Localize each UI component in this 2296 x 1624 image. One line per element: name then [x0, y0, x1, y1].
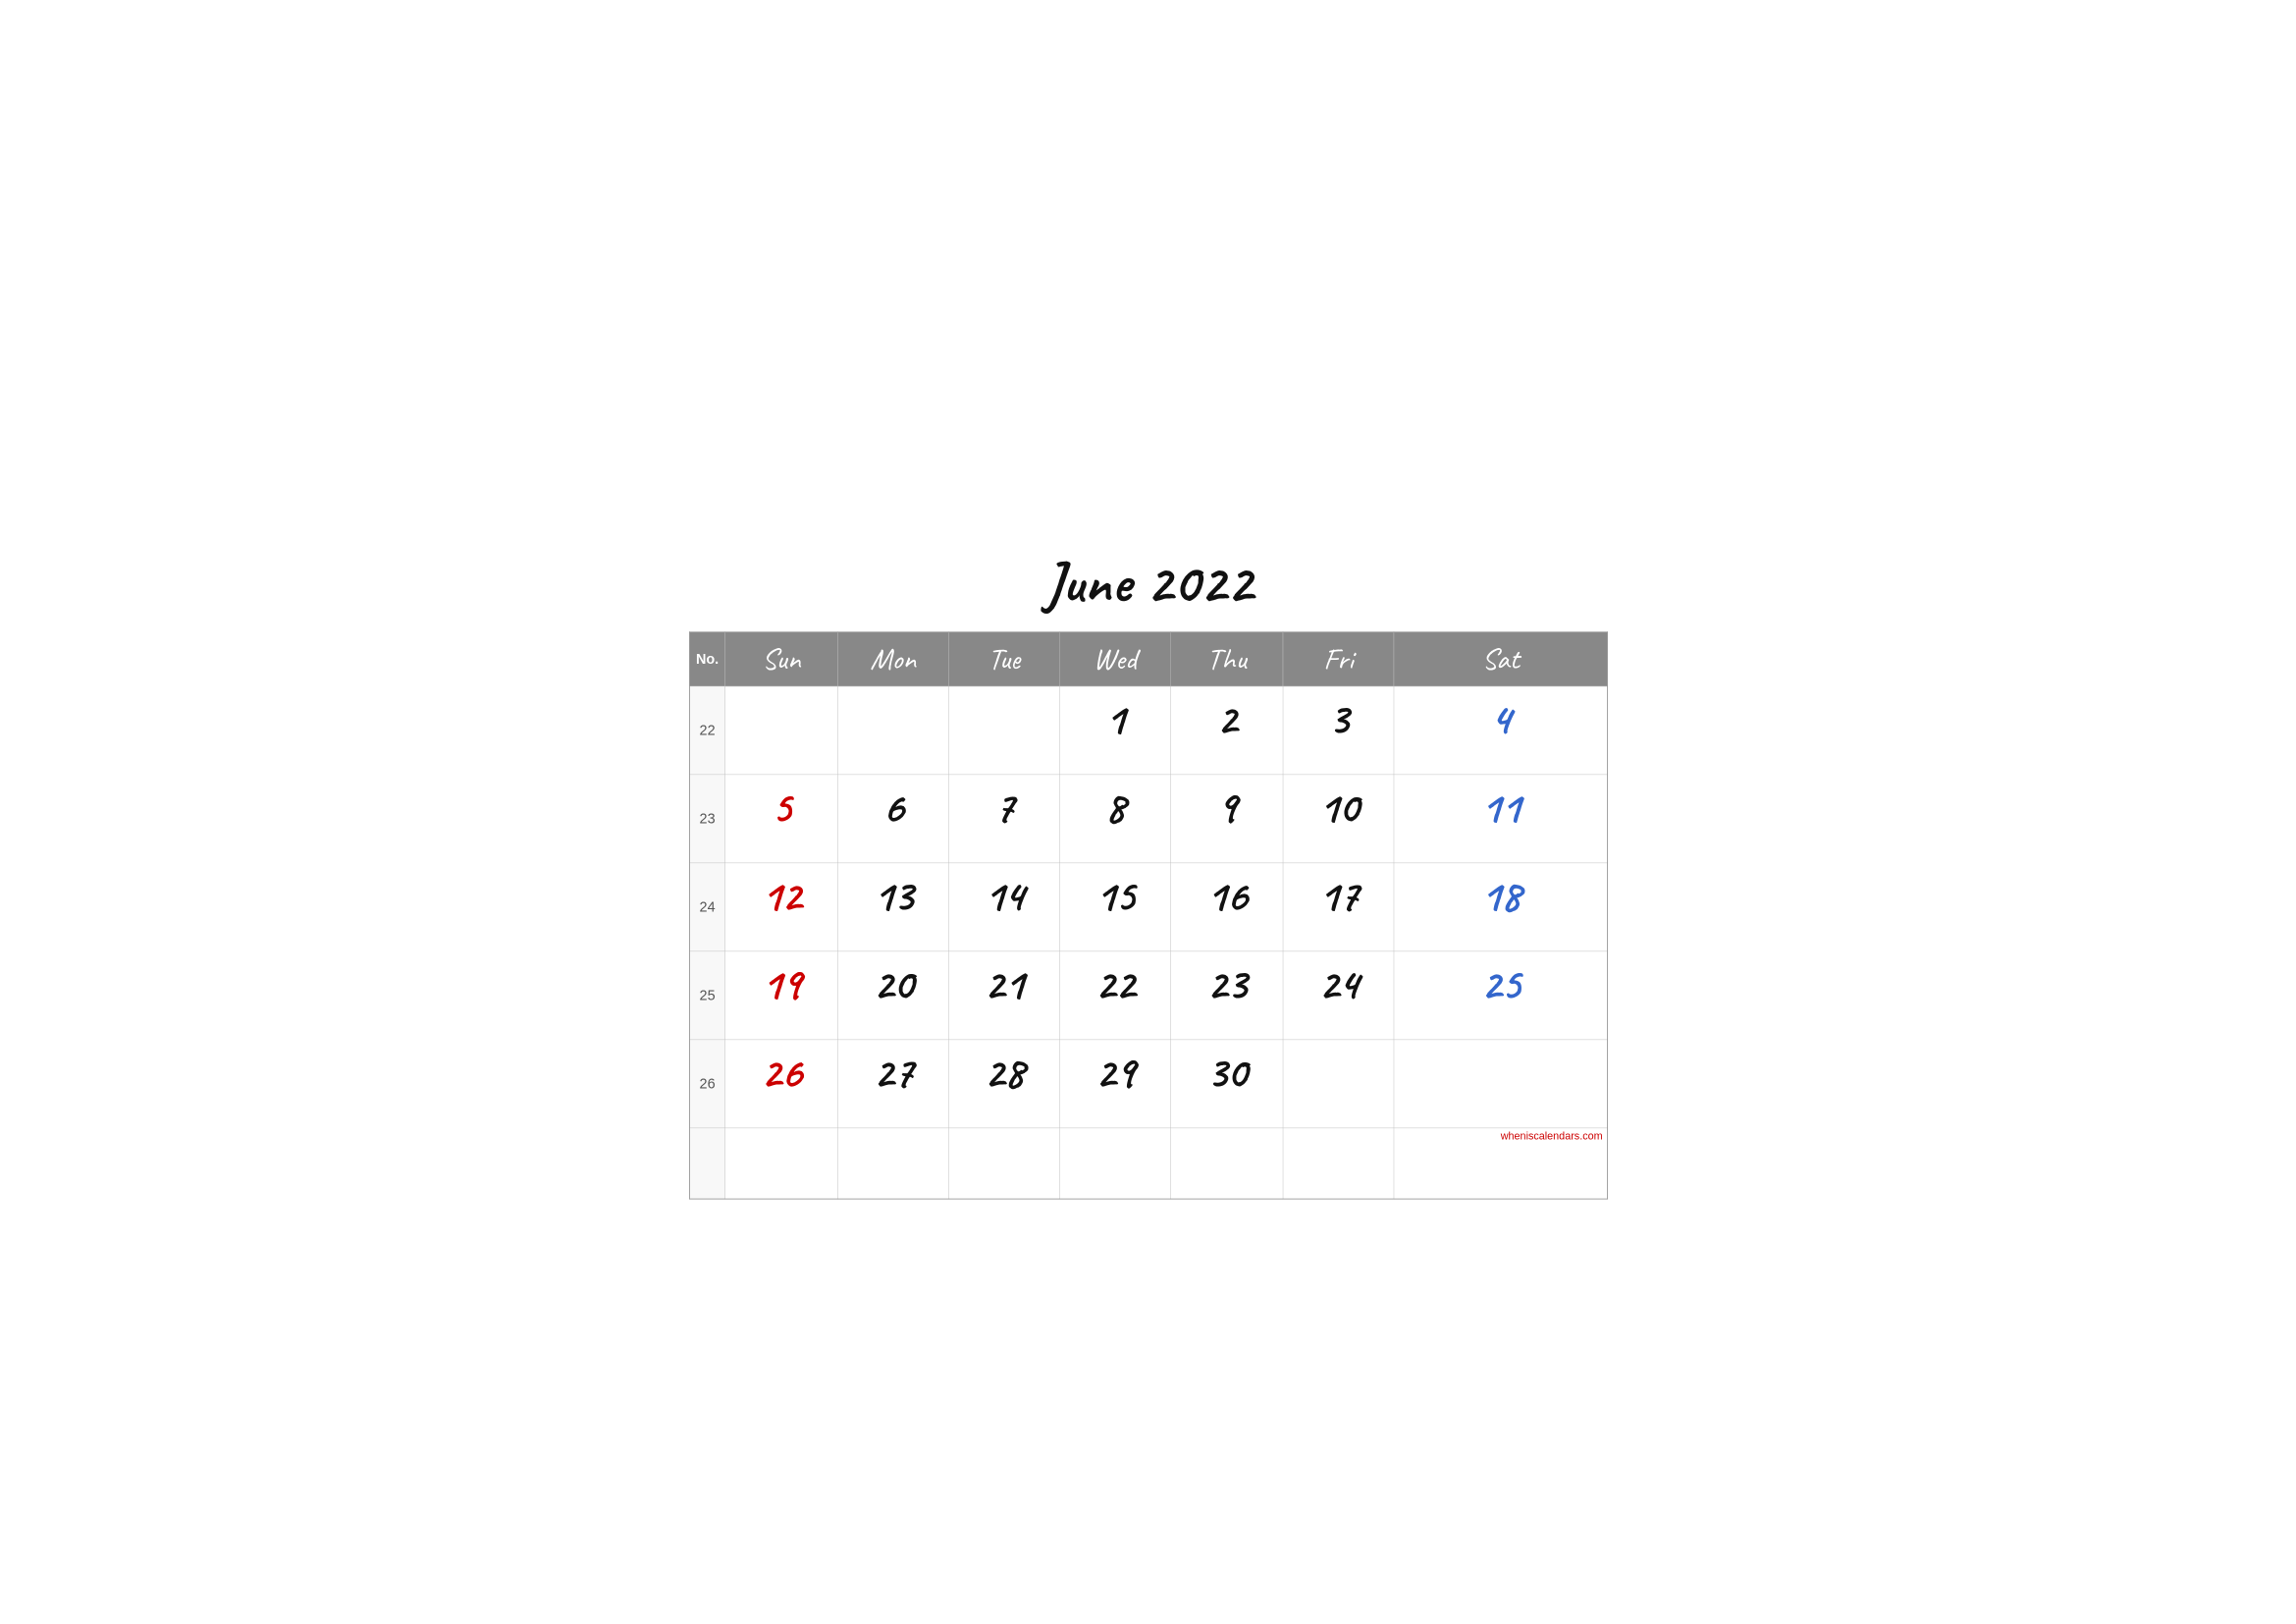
day-cell: 5: [724, 775, 837, 863]
header-mon: Mon: [837, 632, 948, 686]
day-cell: 13: [837, 863, 948, 951]
week-row: 2519202122232425: [689, 951, 1607, 1040]
header-no: No.: [689, 632, 724, 686]
day-cell: 24: [1282, 951, 1393, 1040]
header-row: No. Sun Mon Tue Wed Thu Fri Sat: [689, 632, 1607, 686]
week-number: 23: [689, 775, 724, 863]
day-cell: 16: [1170, 863, 1283, 951]
day-cell: [1282, 1040, 1393, 1128]
day-cell: 29: [1059, 1040, 1170, 1128]
day-cell: 15: [1059, 863, 1170, 951]
day-cell: 6: [837, 775, 948, 863]
day-cell: 27: [837, 1040, 948, 1128]
week-row: 22 1234: [689, 686, 1607, 775]
day-cell: 19: [724, 951, 837, 1040]
day-cell: 22: [1059, 951, 1170, 1040]
day-cell: 17: [1282, 863, 1393, 951]
day-cell: [1170, 1128, 1283, 1199]
header-sun: Sun: [724, 632, 837, 686]
day-cell: 12: [724, 863, 837, 951]
day-cell: [1393, 1040, 1607, 1128]
day-cell: 10: [1282, 775, 1393, 863]
day-cell: 8: [1059, 775, 1170, 863]
day-cell: wheniscalendars.com: [1393, 1128, 1607, 1199]
day-cell: [1282, 1128, 1393, 1199]
header-wed: Wed: [1059, 632, 1170, 686]
day-cell: 2: [1170, 686, 1283, 775]
day-cell: 3: [1282, 686, 1393, 775]
watermark-link[interactable]: wheniscalendars.com: [1500, 1130, 1602, 1142]
day-cell: 25: [1393, 951, 1607, 1040]
day-cell: 30: [1170, 1040, 1283, 1128]
week-number: 24: [689, 863, 724, 951]
day-cell: 21: [948, 951, 1059, 1040]
day-cell: [724, 1128, 837, 1199]
day-cell: 14: [948, 863, 1059, 951]
week-number: 26: [689, 1040, 724, 1128]
header-thu: Thu: [1170, 632, 1283, 686]
day-cell: 18: [1393, 863, 1607, 951]
week-number: 25: [689, 951, 724, 1040]
day-cell: [837, 1128, 948, 1199]
header-tue: Tue: [948, 632, 1059, 686]
header-fri: Fri: [1282, 632, 1393, 686]
day-cell: 20: [837, 951, 948, 1040]
day-cell: 7: [948, 775, 1059, 863]
header-sat: Sat: [1393, 632, 1607, 686]
day-cell: 23: [1170, 951, 1283, 1040]
week-number: [689, 1128, 724, 1199]
calendar-table: No. Sun Mon Tue Wed Thu Fri Sat 22123423…: [689, 631, 1608, 1199]
day-cell: [724, 686, 837, 775]
day-cell: 9: [1170, 775, 1283, 863]
calendar-title: June 2022: [689, 546, 1608, 619]
day-cell: 28: [948, 1040, 1059, 1128]
week-row: 2412131415161718: [689, 863, 1607, 951]
week-row: 23567891011: [689, 775, 1607, 863]
day-cell: [1059, 1128, 1170, 1199]
week-row: 262627282930: [689, 1040, 1607, 1128]
day-cell: [837, 686, 948, 775]
week-number: 22: [689, 686, 724, 775]
day-cell: [948, 686, 1059, 775]
day-cell: 11: [1393, 775, 1607, 863]
week-row: wheniscalendars.com: [689, 1128, 1607, 1199]
day-cell: 4: [1393, 686, 1607, 775]
day-cell: 1: [1059, 686, 1170, 775]
day-cell: [948, 1128, 1059, 1199]
day-cell: 26: [724, 1040, 837, 1128]
calendar-container: June 2022 No. Sun Mon Tue Wed Thu Fri Sa…: [663, 528, 1634, 1225]
